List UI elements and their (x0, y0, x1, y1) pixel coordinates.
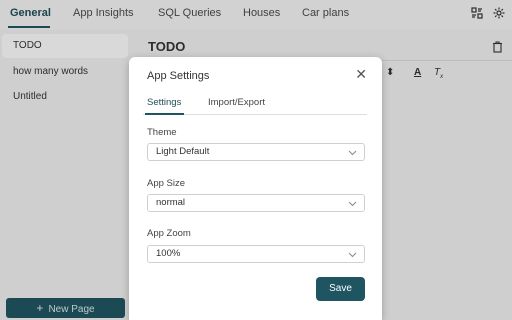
app-zoom-select[interactable]: 100% (147, 245, 365, 263)
chevron-down-icon (348, 147, 357, 156)
app-size-select[interactable]: normal (147, 194, 365, 212)
tab-import-export[interactable]: Import/Export (208, 97, 265, 108)
app-settings-dialog: App Settings ✕ Settings Import/Export Th… (129, 57, 382, 320)
dialog-title: App Settings (147, 70, 210, 82)
chevron-down-icon (348, 198, 357, 207)
dialog-active-tab-indicator (145, 113, 184, 115)
app-zoom-label: App Zoom (147, 228, 191, 239)
theme-value: Light Default (156, 146, 210, 157)
theme-select[interactable]: Light Default (147, 143, 365, 161)
theme-label: Theme (147, 127, 177, 138)
tab-settings[interactable]: Settings (147, 97, 181, 108)
app-zoom-value: 100% (156, 248, 181, 259)
save-button[interactable]: Save (316, 277, 365, 301)
app-size-label: App Size (147, 178, 186, 189)
app-size-value: normal (156, 197, 186, 208)
close-icon[interactable]: ✕ (355, 67, 367, 81)
chevron-down-icon (348, 249, 357, 258)
